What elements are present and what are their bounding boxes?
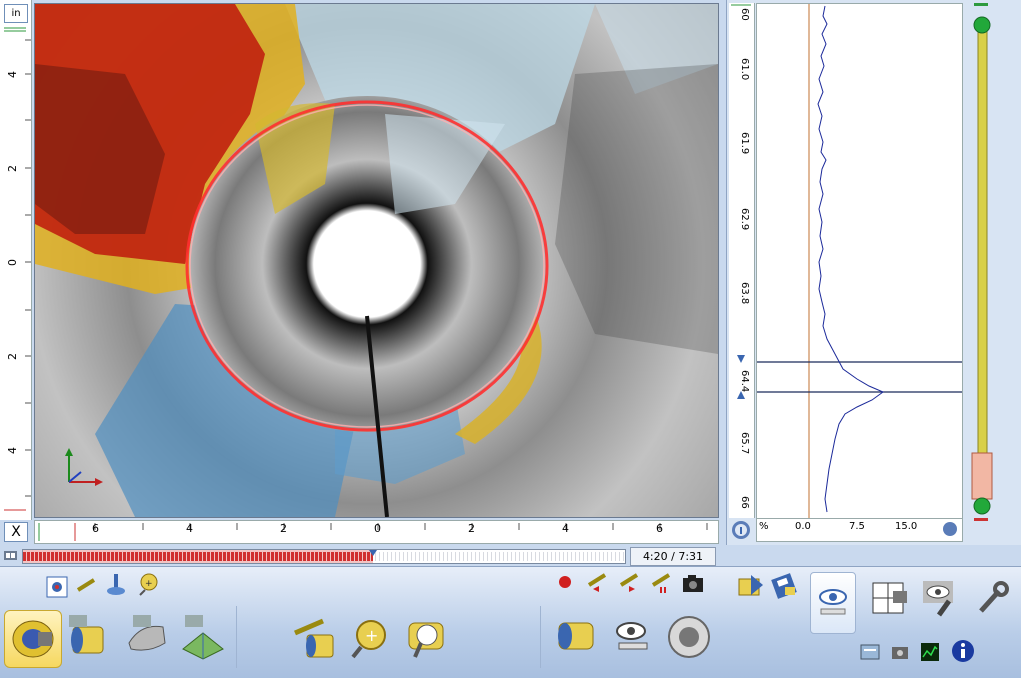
wrench-button[interactable] bbox=[972, 578, 1012, 618]
svg-text:+: + bbox=[365, 626, 378, 645]
eye-settings-button[interactable] bbox=[920, 578, 962, 618]
eye-measure-icon bbox=[616, 622, 648, 650]
ruler-tick-label: 2 bbox=[6, 353, 19, 360]
ruler-tick-label: 2 bbox=[280, 522, 287, 535]
slider-range-handle bbox=[971, 452, 993, 500]
info-icon[interactable] bbox=[950, 638, 976, 664]
eye-view-button[interactable] bbox=[810, 572, 856, 634]
timeline-track bbox=[23, 550, 625, 563]
section-line-icon bbox=[294, 618, 334, 658]
upper-marker-icon bbox=[737, 355, 745, 363]
deviation-profile-plot[interactable] bbox=[756, 3, 963, 520]
plot-axis: % 0.0 7.5 15.0 bbox=[756, 518, 963, 542]
pipe-3d-viewport[interactable] bbox=[34, 3, 719, 518]
pipe-color-icon bbox=[558, 622, 594, 650]
eye-view-icon bbox=[819, 589, 847, 615]
depth-tick-label: 63.8 bbox=[739, 282, 750, 305]
slider-bottom-knob bbox=[973, 497, 991, 515]
depth-tick-label: 60 bbox=[739, 8, 750, 21]
toolbar-separator bbox=[540, 606, 541, 668]
pipe-inspection-render bbox=[35, 4, 718, 517]
axis-dropdown-button[interactable] bbox=[943, 522, 957, 536]
flat-view-icon bbox=[182, 615, 224, 660]
magnify-pipe-button[interactable]: + bbox=[346, 614, 396, 662]
plot-axis-unit: % bbox=[759, 521, 769, 532]
wrench-icon bbox=[979, 581, 1009, 613]
profile-graph bbox=[757, 4, 962, 519]
depth-range-slider[interactable] bbox=[968, 3, 998, 521]
depth-tick-label: 61.0 bbox=[739, 58, 750, 81]
ruler-tick-label: 6 bbox=[92, 522, 99, 535]
flat-view-button[interactable] bbox=[178, 612, 228, 664]
ruler-tick-label: 2 bbox=[6, 165, 19, 172]
layout-grid-icon bbox=[872, 582, 907, 614]
depth-tick-label: 65.7 bbox=[739, 432, 750, 455]
depth-tick-label: 61.9 bbox=[739, 132, 750, 155]
eye-measure-button[interactable] bbox=[608, 612, 658, 660]
pipe-cut-button[interactable] bbox=[66, 612, 116, 664]
depth-tick-label: 66 bbox=[739, 496, 750, 509]
hand-pipe-icon bbox=[128, 615, 166, 651]
save-disk-icon[interactable] bbox=[770, 572, 800, 600]
pause-icon[interactable] bbox=[648, 570, 674, 596]
measure-line-icon[interactable] bbox=[74, 573, 98, 597]
sonar-icon bbox=[668, 616, 710, 658]
play-icon[interactable] bbox=[616, 570, 642, 596]
camera-icon[interactable] bbox=[680, 570, 706, 596]
pipe-view-button[interactable] bbox=[4, 610, 62, 668]
depth-tick-label: 62.9 bbox=[739, 208, 750, 231]
ruler-tick-label: 0 bbox=[374, 522, 381, 535]
close-button[interactable]: X bbox=[4, 522, 28, 542]
pipe-view-icon bbox=[12, 620, 54, 658]
playback-timeline[interactable] bbox=[22, 549, 626, 564]
plot-axis-tick: 0.0 bbox=[795, 521, 811, 532]
plot-axis-tick: 15.0 bbox=[895, 521, 918, 532]
section-line-button[interactable] bbox=[290, 614, 340, 662]
depth-tick-label: 64.4 bbox=[739, 370, 750, 393]
ruler-tick-label: 4 bbox=[186, 522, 193, 535]
ruler-tick-label: 4 bbox=[6, 71, 19, 78]
ruler-tick-label: 2 bbox=[468, 522, 475, 535]
plot-axis-tick: 7.5 bbox=[849, 521, 865, 532]
record-icon[interactable] bbox=[555, 572, 575, 592]
layout-grid-button[interactable] bbox=[868, 578, 910, 618]
camera-settings-icon[interactable] bbox=[888, 640, 912, 664]
screenshot-icon[interactable] bbox=[44, 573, 70, 601]
probe-icon[interactable] bbox=[104, 571, 128, 597]
import-icon[interactable] bbox=[736, 572, 766, 600]
pipe-color-button[interactable] bbox=[552, 612, 602, 660]
zoom-marker-icon[interactable]: + bbox=[136, 571, 162, 597]
film-icon[interactable] bbox=[3, 549, 18, 562]
ruler-tick-label: 4 bbox=[562, 522, 569, 535]
slider-top-knob bbox=[973, 16, 991, 34]
magnify-scan-button[interactable] bbox=[402, 614, 452, 662]
stack-icon[interactable] bbox=[858, 640, 882, 664]
toolbar-separator bbox=[236, 606, 237, 668]
depth-info-button[interactable] bbox=[731, 520, 751, 540]
oscilloscope-icon[interactable] bbox=[918, 640, 942, 664]
time-readout: 4:20 / 7:31 bbox=[630, 547, 716, 566]
eye-settings-icon bbox=[923, 581, 953, 617]
pipe-cut-icon bbox=[69, 615, 104, 654]
hand-pipe-button[interactable] bbox=[122, 612, 172, 664]
rewind-icon[interactable] bbox=[584, 570, 610, 596]
ruler-tick-label: 0 bbox=[6, 259, 19, 266]
unit-toggle-button[interactable]: in bbox=[4, 4, 28, 23]
svg-text:+: + bbox=[145, 579, 153, 589]
magnify-pipe-icon: + bbox=[351, 620, 386, 659]
ruler-tick-label: 4 bbox=[6, 447, 19, 454]
ruler-tick-label: 6 bbox=[656, 522, 663, 535]
magnify-scan-icon bbox=[408, 622, 444, 658]
sonar-button[interactable] bbox=[664, 612, 714, 662]
